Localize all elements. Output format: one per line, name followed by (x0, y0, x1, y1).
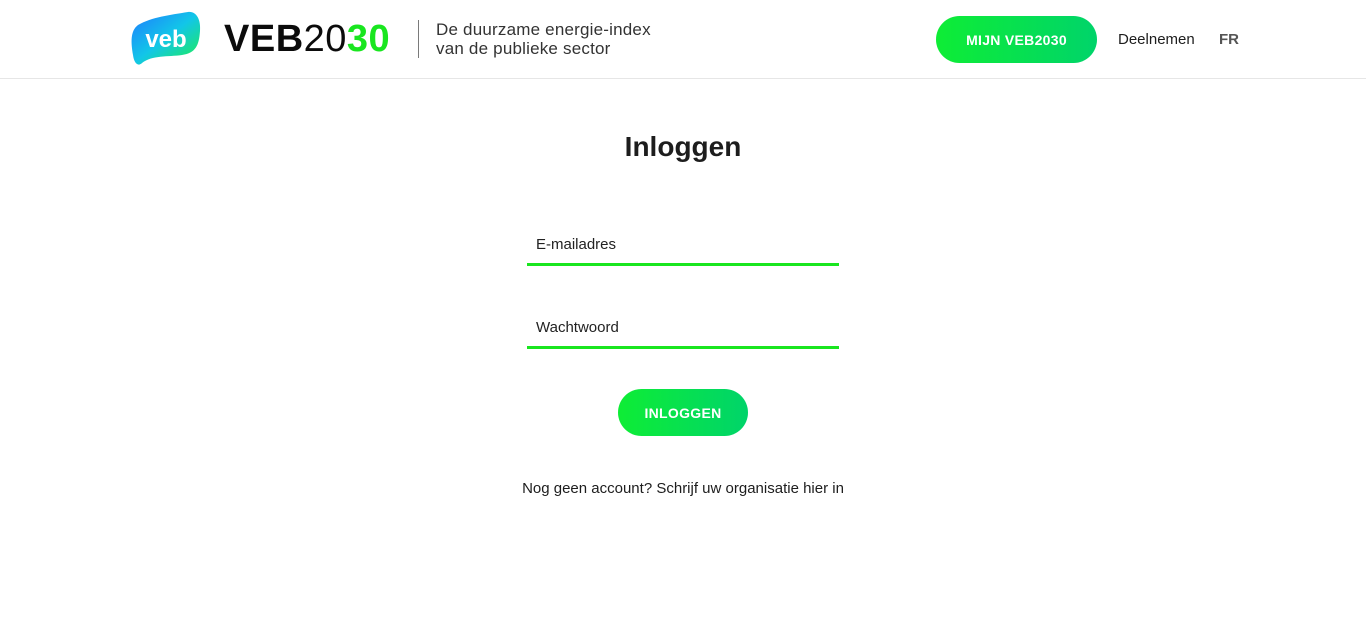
login-button[interactable]: INLOGGEN (618, 389, 748, 436)
tagline-line-2: van de publieke sector (436, 39, 611, 58)
mijn-veb2030-button[interactable]: MIJN VEB2030 (936, 16, 1097, 63)
signup-prefix: Nog geen account? (522, 480, 657, 497)
brand-part-veb: VEB (224, 18, 304, 60)
tagline-line-1: De duurzame energie-index (436, 20, 651, 39)
logo-text: veb (145, 26, 186, 53)
tagline: De duurzame energie-index van de publiek… (436, 20, 696, 58)
site-header: veb VEB2030 De duurzame energie-index va… (0, 0, 1366, 79)
nav-deelnemen-link[interactable]: Deelnemen (1118, 31, 1195, 49)
language-fr-link[interactable]: FR (1219, 31, 1239, 49)
header-divider (418, 20, 419, 58)
brand-wordmark: VEB2030 (224, 17, 390, 61)
signup-link[interactable]: Schrijf uw organisatie hier in (656, 480, 844, 497)
password-field-wrapper (527, 309, 839, 349)
email-field-wrapper (527, 226, 839, 266)
brand-part-30: 30 (346, 18, 391, 60)
brand-part-20: 20 (303, 18, 347, 60)
signup-line: Nog geen account? Schrijf uw organisatie… (0, 480, 1366, 498)
page-title: Inloggen (624, 131, 742, 162)
email-input[interactable] (527, 226, 839, 263)
password-input[interactable] (527, 309, 839, 346)
veb-logo[interactable]: veb (130, 11, 202, 69)
